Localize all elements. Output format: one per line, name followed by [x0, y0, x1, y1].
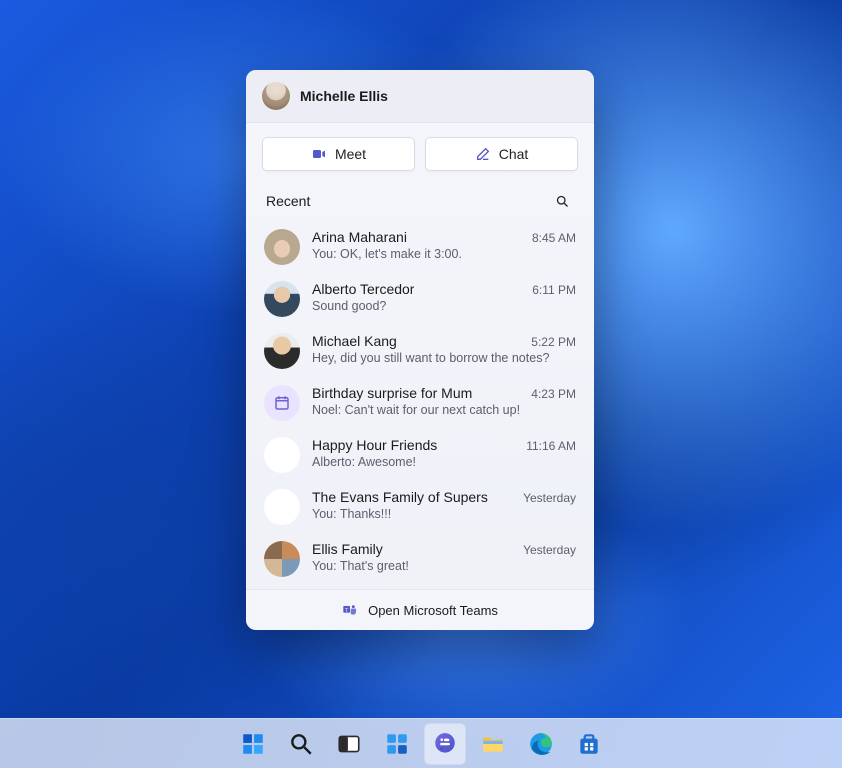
conversation-name: Ellis Family: [312, 541, 383, 557]
conversation-body: The Evans Family of Supers Yesterday You: …: [312, 489, 576, 521]
recent-title: Recent: [266, 193, 310, 209]
chat-button[interactable]: Chat: [425, 137, 578, 171]
group-avatar: [264, 489, 300, 525]
conversation-body: Michael Kang 5:22 PM Hey, did you still wa…: [312, 333, 576, 365]
conversation-item[interactable]: Alberto Tercedor 6:11 PM Sound good?: [254, 273, 586, 325]
chat-label: Chat: [499, 146, 529, 162]
video-camera-icon: [311, 146, 327, 162]
teams-chat-flyout: Michelle Ellis Meet Chat Recent Arina Ma…: [246, 70, 594, 630]
meet-button[interactable]: Meet: [262, 137, 415, 171]
taskbar-edge[interactable]: [520, 723, 562, 765]
search-button[interactable]: [550, 189, 574, 213]
taskbar-widgets[interactable]: [376, 723, 418, 765]
task-view-icon: [336, 731, 362, 757]
conversation-time: 5:22 PM: [531, 335, 576, 349]
conversation-name: Michael Kang: [312, 333, 397, 349]
conversation-item[interactable]: Arina Maharani 8:45 AM You: OK, let's make…: [254, 221, 586, 273]
chat-icon: [432, 731, 458, 757]
recent-header: Recent: [246, 181, 594, 219]
conversation-time: Yesterday: [523, 543, 576, 557]
calendar-icon: [264, 385, 300, 421]
recent-list: Arina Maharani 8:45 AM You: OK, let's make…: [246, 219, 594, 589]
taskbar-file-explorer[interactable]: [472, 723, 514, 765]
conversation-body: Happy Hour Friends 11:16 AM Alberto: Aweso…: [312, 437, 576, 469]
taskbar-search[interactable]: [280, 723, 322, 765]
meet-label: Meet: [335, 146, 366, 162]
group-avatar: [264, 437, 300, 473]
conversation-name: Arina Maharani: [312, 229, 407, 245]
action-row: Meet Chat: [246, 123, 594, 181]
conversation-item[interactable]: The Evans Family of Supers Yesterday You: …: [254, 481, 586, 533]
conversation-preview: Sound good?: [312, 299, 576, 313]
conversation-body: Ellis Family Yesterday You: That's great!: [312, 541, 576, 573]
conversation-preview: Alberto: Awesome!: [312, 455, 576, 469]
taskbar-start[interactable]: [232, 723, 274, 765]
conversation-item[interactable]: Ellis Family Yesterday You: That's great!: [254, 533, 586, 585]
conversation-time: 8:45 AM: [532, 231, 576, 245]
search-icon: [555, 194, 570, 209]
conversation-body: Birthday surprise for Mum 4:23 PM Noel: Ca…: [312, 385, 576, 417]
avatar: [264, 281, 300, 317]
open-teams-link[interactable]: T Open Microsoft Teams: [246, 589, 594, 630]
taskbar-store[interactable]: [568, 723, 610, 765]
conversation-item[interactable]: Happy Hour Friends 11:16 AM Alberto: Aweso…: [254, 429, 586, 481]
open-teams-label: Open Microsoft Teams: [368, 603, 498, 618]
taskbar: [0, 718, 842, 768]
profile-bar[interactable]: Michelle Ellis: [246, 70, 594, 123]
avatar: [264, 333, 300, 369]
conversation-item[interactable]: Michael Kang 5:22 PM Hey, did you still wa…: [254, 325, 586, 377]
avatar: [264, 541, 300, 577]
conversation-time: 6:11 PM: [532, 283, 576, 297]
conversation-preview: You: That's great!: [312, 559, 576, 573]
taskbar-chat[interactable]: [424, 723, 466, 765]
conversation-preview: Hey, did you still want to borrow the no…: [312, 351, 576, 365]
conversation-name: Alberto Tercedor: [312, 281, 414, 297]
conversation-body: Arina Maharani 8:45 AM You: OK, let's make…: [312, 229, 576, 261]
edge-icon: [528, 731, 554, 757]
compose-icon: [475, 146, 491, 162]
store-icon: [576, 731, 602, 757]
search-icon: [288, 731, 314, 757]
conversation-preview: Noel: Can't wait for our next catch up!: [312, 403, 576, 417]
conversation-time: 4:23 PM: [531, 387, 576, 401]
conversation-time: Yesterday: [523, 491, 576, 505]
conversation-preview: You: OK, let's make it 3:00.: [312, 247, 576, 261]
widgets-icon: [384, 731, 410, 757]
conversation-name: The Evans Family of Supers: [312, 489, 488, 505]
conversation-body: Alberto Tercedor 6:11 PM Sound good?: [312, 281, 576, 313]
conversation-name: Birthday surprise for Mum: [312, 385, 472, 401]
conversation-preview: You: Thanks!!!: [312, 507, 576, 521]
start-icon: [240, 731, 266, 757]
desktop-wallpaper: Michelle Ellis Meet Chat Recent Arina Ma…: [0, 0, 842, 768]
taskbar-task-view[interactable]: [328, 723, 370, 765]
teams-icon: T: [342, 602, 358, 618]
avatar: [264, 229, 300, 265]
file-explorer-icon: [480, 731, 506, 757]
profile-name: Michelle Ellis: [300, 88, 388, 104]
conversation-time: 11:16 AM: [526, 439, 576, 453]
conversation-item[interactable]: Birthday surprise for Mum 4:23 PM Noel: Ca…: [254, 377, 586, 429]
avatar: [262, 82, 290, 110]
conversation-name: Happy Hour Friends: [312, 437, 437, 453]
